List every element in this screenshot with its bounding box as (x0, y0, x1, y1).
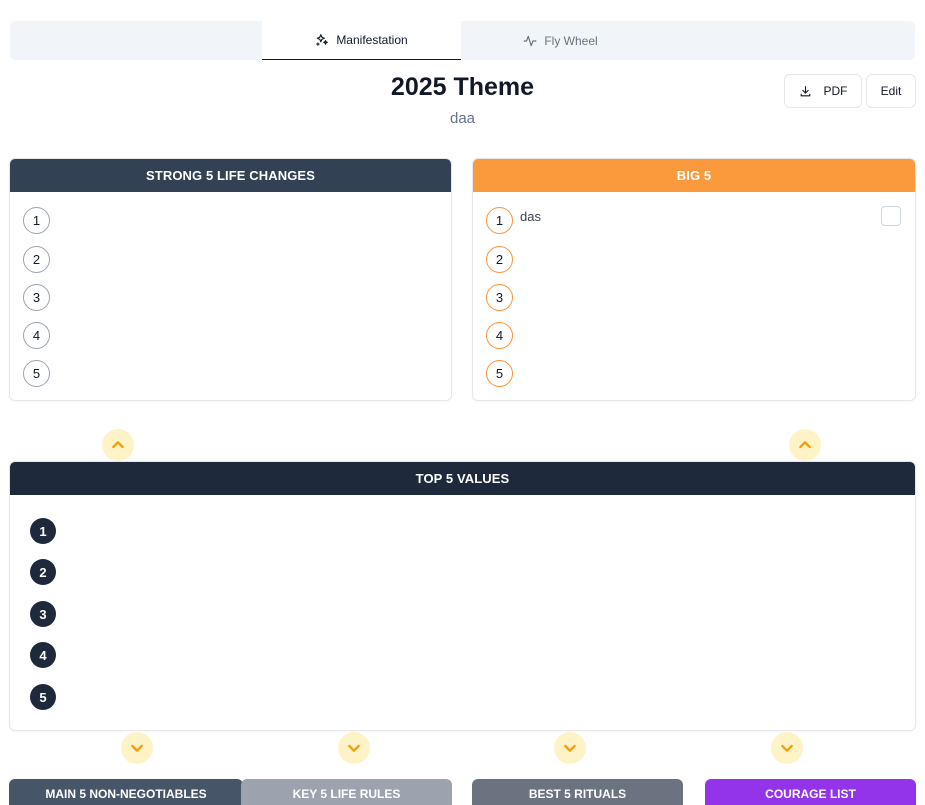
number-badge: 4 (30, 642, 56, 668)
list-item[interactable]: 4 (486, 322, 520, 349)
best-5-rituals-tab[interactable]: BEST 5 RITUALS (472, 779, 683, 805)
item-checkbox[interactable] (881, 206, 901, 226)
top-5-values-card: TOP 5 VALUES 1 2 3 4 5 (9, 461, 916, 731)
list-item[interactable]: 4 (23, 322, 57, 349)
list-item[interactable]: 4 (30, 642, 56, 668)
list-item[interactable]: 5 (30, 684, 56, 710)
number-badge: 4 (486, 322, 513, 349)
number-badge: 3 (23, 284, 50, 311)
chevron-down-icon (564, 744, 576, 752)
item-text: das (520, 209, 541, 224)
list-item[interactable]: 5 (486, 360, 520, 387)
page-subtitle: daa (449, 110, 476, 127)
tab-label: Fly Wheel (544, 33, 598, 48)
number-badge: 5 (23, 360, 50, 387)
number-badge: 3 (30, 601, 56, 627)
number-badge: 2 (30, 559, 56, 585)
download-icon (800, 85, 810, 96)
number-badge: 3 (486, 284, 513, 311)
key-5-life-rules-tab[interactable]: KEY 5 LIFE RULES (241, 779, 452, 805)
number-badge: 1 (486, 207, 513, 234)
chevron-down-icon (131, 744, 143, 752)
arrow-down-button[interactable] (554, 732, 586, 764)
big-5-card: BIG 5 1 das 2 3 4 5 (472, 158, 916, 401)
pdf-button-label: PDF (823, 84, 848, 98)
pdf-button[interactable]: PDF (784, 74, 862, 108)
list-item[interactable]: 3 (23, 284, 57, 311)
list-item[interactable]: 5 (23, 360, 57, 387)
arrow-up-button[interactable] (102, 429, 134, 461)
edit-button-label: Edit (880, 84, 902, 98)
main-5-non-negotiables-tab[interactable]: MAIN 5 NON-NEGOTIABLES (9, 779, 243, 805)
number-badge: 2 (486, 246, 513, 273)
list-item[interactable]: 1 das (486, 207, 541, 234)
arrow-down-button[interactable] (771, 732, 803, 764)
arrow-down-button[interactable] (338, 732, 370, 764)
card-header: TOP 5 VALUES (10, 462, 915, 495)
number-badge: 1 (23, 207, 50, 234)
number-badge: 5 (30, 684, 56, 710)
chevron-down-icon (781, 744, 793, 752)
list-item[interactable]: 1 (23, 207, 57, 234)
list-item[interactable]: 1 (30, 518, 56, 544)
strong-5-life-changes-card: STRONG 5 LIFE CHANGES 1 2 3 4 5 (9, 158, 452, 401)
card-header: STRONG 5 LIFE CHANGES (10, 159, 451, 192)
tab-fly-wheel[interactable]: Fly Wheel (461, 21, 660, 60)
list-item[interactable]: 3 (30, 601, 56, 627)
list-item[interactable]: 2 (486, 246, 520, 273)
list-item[interactable]: 2 (30, 559, 56, 585)
arrow-up-button[interactable] (789, 429, 821, 461)
tab-manifestation[interactable]: Manifestation (262, 21, 461, 60)
number-badge: 5 (486, 360, 513, 387)
number-badge: 2 (23, 246, 50, 273)
list-item[interactable]: 3 (486, 284, 520, 311)
chevron-up-icon (799, 441, 811, 449)
chevron-down-icon (348, 744, 360, 752)
courage-list-tab[interactable]: COURAGE LIST (705, 779, 916, 805)
sparkles-icon (316, 34, 329, 46)
tab-label: Manifestation (336, 33, 408, 47)
list-item[interactable]: 2 (23, 246, 57, 273)
number-badge: 4 (23, 322, 50, 349)
card-header: BIG 5 (473, 159, 915, 192)
number-badge: 1 (30, 518, 56, 544)
edit-button[interactable]: Edit (866, 74, 916, 108)
arrow-down-button[interactable] (121, 732, 153, 764)
activity-icon (523, 35, 537, 46)
chevron-up-icon (112, 441, 124, 449)
top-tab-bar: Manifestation Fly Wheel (10, 21, 915, 60)
